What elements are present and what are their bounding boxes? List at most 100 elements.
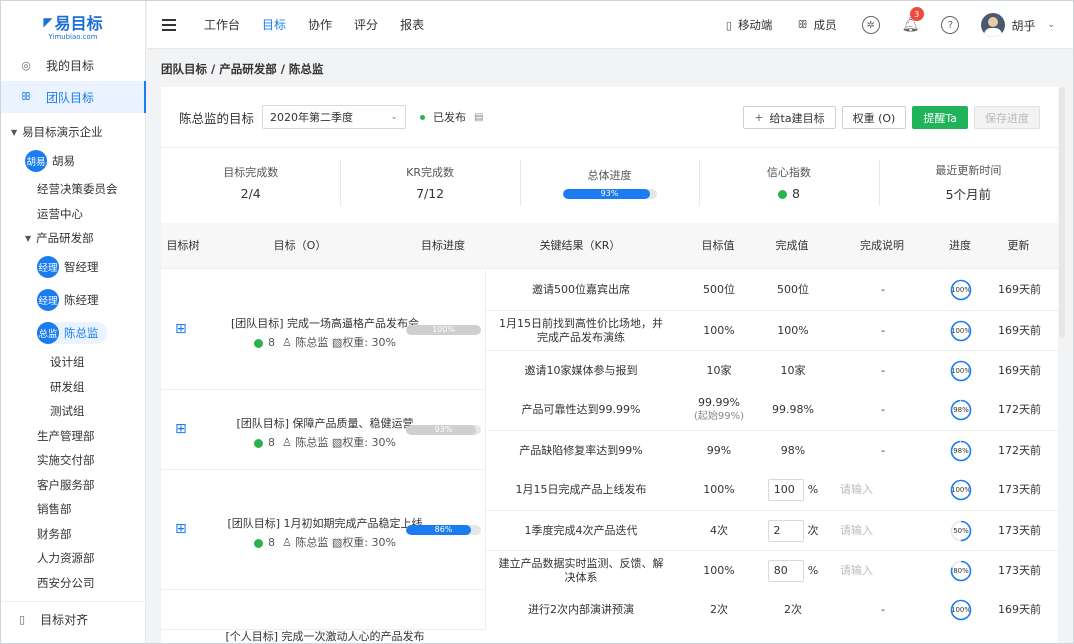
tree-item-user[interactable]: 胡易 胡易	[25, 150, 75, 172]
note-input[interactable]: 请输入	[824, 551, 942, 591]
tree-item-user-selected[interactable]: 总监 陈总监	[37, 322, 107, 344]
objective-progress-bar: 100%	[406, 325, 481, 335]
sidebar-item-my-goals[interactable]: ◎ 我的目标	[1, 49, 146, 81]
done-value-input[interactable]: 2	[767, 520, 804, 542]
stat-value: 8	[791, 186, 800, 201]
team-icon: ꕥ	[20, 90, 32, 103]
sidebar-item-goal-align[interactable]: ▯ 目标对齐	[1, 601, 146, 637]
tree-label: 陈总监	[64, 326, 99, 340]
kr-row[interactable]: 建立产品数据实时监测、反馈、解决体系 100% 80% 请输入 80% 173天…	[486, 550, 1059, 590]
objective-cell[interactable]: [个人目标] 完成一次激动人心的产品发布	[205, 628, 445, 643]
avatar: 总监	[37, 322, 59, 344]
weight-button[interactable]: 权重 (O)	[841, 106, 907, 129]
confidence-score: 8	[268, 536, 276, 549]
nav-report[interactable]: 报表	[400, 1, 424, 49]
help-icon[interactable]: ?	[941, 16, 960, 34]
aperture-icon[interactable]: ✲	[861, 16, 880, 34]
tree-item[interactable]: 测试组	[50, 400, 85, 422]
stat-label: 信心指数	[766, 166, 811, 179]
nav-goals[interactable]: 目标	[262, 1, 286, 49]
nav-score[interactable]: 评分	[354, 1, 378, 49]
tree-item[interactable]: 设计组	[50, 351, 85, 373]
note-text: -	[881, 603, 885, 616]
mobile-link[interactable]: ▯ 移动端	[726, 17, 773, 33]
remind-button[interactable]: 提醒Ta	[912, 106, 968, 129]
goal-tree-icon[interactable]: ⊞	[175, 521, 187, 537]
tree-label: 人力资源部	[37, 551, 95, 565]
objective-meta: 8 ♙ 陈总监 ▧权重: 30%	[205, 334, 445, 350]
done-value-cell: 80%	[762, 551, 824, 591]
logo[interactable]: ◤ 易目标 Yimubiao.com	[1, 1, 145, 49]
done-value-input[interactable]: 100	[767, 479, 804, 501]
kr-name: 1季度完成4次产品迭代	[524, 524, 638, 537]
logo-text: 易目标	[54, 13, 103, 33]
target-value: 100%	[703, 564, 735, 577]
stat-overall-progress: 总体进度 93%	[519, 148, 699, 217]
user-name: 胡乎	[1011, 18, 1036, 33]
tree-item[interactable]: 人力资源部	[37, 547, 95, 569]
tree-item[interactable]: 销售部	[37, 498, 72, 520]
col-progress: 进度	[949, 239, 971, 252]
ring-arc	[950, 599, 972, 621]
nav-collab[interactable]: 协作	[308, 1, 332, 49]
tree-item-user[interactable]: 经理 陈经理	[37, 289, 99, 311]
kr-row[interactable]: 邀请10家媒体参与报到 10家 10家 - 100% 169天前	[486, 350, 1059, 390]
goal-tree-icon[interactable]: ⊞	[175, 321, 187, 337]
tree-item[interactable]: 西安分公司	[37, 572, 95, 594]
note-input[interactable]: 请输入	[824, 470, 942, 510]
goal-tree-icon[interactable]: ⊞	[175, 421, 187, 437]
tree-item[interactable]: 实施交付部	[37, 449, 95, 471]
tree-item[interactable]: 客户服务部	[37, 474, 95, 496]
tree-item[interactable]: 生产管理部	[37, 425, 95, 447]
kr-row[interactable]: 1月15日前找到高性价比场地，并完成产品发布演练 100% 100% - 100…	[486, 310, 1059, 350]
note-input[interactable]: 请输入	[824, 511, 942, 551]
stat-label: 目标完成数	[223, 166, 279, 179]
col-kr: 关键结果（KR）	[539, 239, 621, 252]
target-start: (起始99%)	[693, 411, 745, 422]
save-progress-button[interactable]: 保存进度	[974, 106, 1040, 129]
unit-label: %	[807, 483, 819, 496]
caret-down-icon: ▼	[25, 233, 32, 243]
tree-item[interactable]: 研发组	[50, 376, 85, 398]
menu-icon[interactable]	[162, 18, 176, 31]
tree-label: 财务部	[37, 527, 72, 541]
kr-row[interactable]: 邀请500位嘉宾出席 500位 500位 - 100% 169天前	[486, 270, 1059, 310]
kr-row[interactable]: 进行2次内部演讲预演 2次 2次 - 100% 169天前	[486, 590, 1059, 630]
members-link[interactable]: ꕥ 成员	[797, 17, 836, 33]
tree-label: 西安分公司	[37, 576, 95, 590]
tree-item[interactable]: 财务部	[37, 523, 72, 545]
progress-ring: 100%	[950, 479, 972, 501]
publish-status: 已发布 ▤	[420, 109, 483, 125]
unit-label: %	[807, 564, 819, 577]
tree-label: 设计组	[50, 355, 85, 369]
tree-item-company[interactable]: ▼ 易目标演示企业	[11, 121, 103, 143]
period-select[interactable]: 2020年第二季度 ⌄	[262, 105, 407, 129]
kr-row[interactable]: 产品缺陷修复率达到99% 99% 98% - 98% 172天前	[486, 430, 1059, 470]
user-menu[interactable]: 胡乎 ⌄	[981, 13, 1055, 37]
kr-row[interactable]: 产品可靠性达到99.99% 99.99% (起始99%) 99.98% - 98%…	[486, 390, 1059, 430]
stat-kr-done: KR完成数 7/12	[340, 148, 519, 217]
weight-text: 权重: 30%	[342, 336, 396, 349]
kr-row[interactable]: 1月15日完成产品上线发布 100% 100% 请输入 100% 173天前	[486, 470, 1059, 510]
tree-item-user[interactable]: 经理 智经理	[37, 256, 99, 278]
bell-icon[interactable]: 🔔︎ 3	[902, 7, 924, 33]
nav-workbench[interactable]: 工作台	[204, 1, 240, 49]
updated-time: 172天前	[998, 444, 1041, 457]
tree-item[interactable]: 运营中心	[37, 203, 83, 225]
done-value-input[interactable]: 80	[767, 560, 804, 582]
target-value: 500位	[703, 283, 735, 296]
avatar	[981, 13, 1006, 37]
ring-arc	[950, 399, 972, 421]
tree-item-dept[interactable]: ▼ 产品研发部	[25, 227, 94, 249]
overall-progress-bar: 93%	[562, 188, 657, 199]
add-goal-button[interactable]: + 给ta建目标	[743, 106, 836, 129]
header-buttons: + 给ta建目标 权重 (O) 提醒Ta 保存进度	[743, 106, 1040, 129]
kr-row[interactable]: 1季度完成4次产品迭代 4次 2次 请输入 50% 173天前	[486, 510, 1059, 550]
sidebar-item-team-goals[interactable]: ꕥ 团队目标	[1, 81, 146, 113]
document-icon[interactable]: ▤	[474, 112, 483, 123]
scrollbar[interactable]	[1059, 87, 1065, 337]
updated-time: 169天前	[998, 603, 1041, 616]
done-value: 98%	[780, 444, 806, 457]
tree-item[interactable]: 经营决策委员会	[37, 178, 118, 200]
ring-svg	[950, 479, 972, 501]
